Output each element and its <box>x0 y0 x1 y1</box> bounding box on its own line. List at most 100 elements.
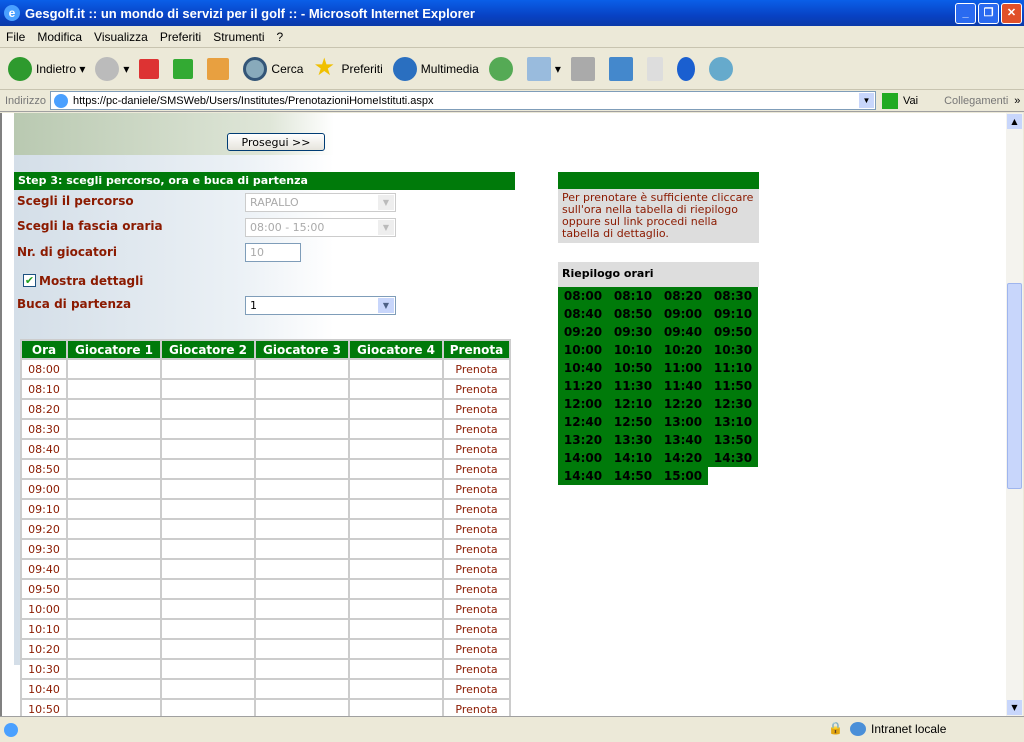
prenota-link[interactable]: Prenota <box>442 598 511 620</box>
print-button[interactable] <box>570 56 599 81</box>
menu-preferiti[interactable]: Preferiti <box>160 30 201 44</box>
prenota-link[interactable]: Prenota <box>442 518 511 540</box>
summary-time-link[interactable]: 11:50 <box>708 377 758 395</box>
summary-time-link[interactable]: 10:10 <box>608 341 658 359</box>
home-button[interactable] <box>207 57 233 80</box>
summary-time-link[interactable]: 09:40 <box>658 323 708 341</box>
media-button[interactable]: Multimedia <box>392 56 479 81</box>
summary-time-link[interactable]: 12:30 <box>708 395 758 413</box>
links-label[interactable]: Collegamenti <box>944 95 1008 107</box>
history-button[interactable] <box>488 56 517 81</box>
summary-time-link[interactable]: 08:10 <box>608 287 658 305</box>
continue-button[interactable]: Prosegui >> <box>227 133 325 151</box>
prenota-link[interactable]: Prenota <box>442 418 511 440</box>
summary-time-link[interactable]: 08:30 <box>708 287 758 305</box>
menu-help[interactable]: ? <box>277 30 284 44</box>
prenota-link[interactable]: Prenota <box>442 358 511 380</box>
scroll-thumb[interactable] <box>1007 283 1022 489</box>
menu-visualizza[interactable]: Visualizza <box>94 30 148 44</box>
scroll-down-button[interactable]: ▼ <box>1007 700 1022 715</box>
bluetooth-button[interactable] <box>676 56 699 81</box>
vertical-scrollbar[interactable]: ▲ ▼ <box>1006 113 1023 716</box>
summary-time-link[interactable]: 08:20 <box>658 287 708 305</box>
summary-time-link[interactable]: 13:40 <box>658 431 708 449</box>
summary-time-link[interactable]: 14:20 <box>658 449 708 467</box>
prenota-link[interactable]: Prenota <box>442 638 511 660</box>
summary-time-link[interactable]: 15:00 <box>658 467 708 485</box>
prenota-link[interactable]: Prenota <box>442 698 511 716</box>
summary-time-link[interactable]: 09:20 <box>558 323 608 341</box>
close-button[interactable]: ✕ <box>1001 3 1022 24</box>
prenota-link[interactable]: Prenota <box>442 538 511 560</box>
chevron-down-icon[interactable]: ▼ <box>858 93 874 108</box>
summary-time-link[interactable]: 11:20 <box>558 377 608 395</box>
prenota-link[interactable]: Prenota <box>442 398 511 420</box>
summary-time-link[interactable]: 12:10 <box>608 395 658 413</box>
summary-time-link[interactable]: 14:50 <box>608 467 658 485</box>
summary-time-link[interactable]: 11:00 <box>658 359 708 377</box>
favorites-button[interactable]: ★ Preferiti <box>313 55 382 81</box>
summary-time-link[interactable]: 12:00 <box>558 395 608 413</box>
slot-select[interactable]: 08:00 - 15:00 ▼ <box>245 218 396 237</box>
summary-time-link[interactable]: 09:30 <box>608 323 658 341</box>
summary-time-link[interactable]: 12:20 <box>658 395 708 413</box>
summary-time-link[interactable]: 14:40 <box>558 467 608 485</box>
summary-time-link[interactable]: 10:20 <box>658 341 708 359</box>
summary-time-link[interactable]: 11:40 <box>658 377 708 395</box>
summary-time-link[interactable]: 10:50 <box>608 359 658 377</box>
summary-time-link[interactable]: 09:00 <box>658 305 708 323</box>
summary-time-link[interactable]: 14:10 <box>608 449 658 467</box>
summary-time-link[interactable]: 08:00 <box>558 287 608 305</box>
back-button[interactable]: Indietro ▾ <box>8 56 85 81</box>
details-checkbox[interactable]: ✔ <box>23 274 36 287</box>
prenota-link[interactable]: Prenota <box>442 478 511 500</box>
menu-strumenti[interactable]: Strumenti <box>213 30 264 44</box>
prenota-link[interactable]: Prenota <box>442 578 511 600</box>
summary-time-link[interactable]: 10:40 <box>558 359 608 377</box>
prenota-link[interactable]: Prenota <box>442 438 511 460</box>
prenota-link[interactable]: Prenota <box>442 378 511 400</box>
summary-time-link[interactable]: 13:10 <box>708 413 758 431</box>
summary-time-link[interactable]: 09:10 <box>708 305 758 323</box>
course-select[interactable]: RAPALLO ▼ <box>245 193 396 212</box>
mail-button[interactable]: ▾ <box>526 56 561 81</box>
summary-time-link[interactable]: 10:00 <box>558 341 608 359</box>
menu-modifica[interactable]: Modifica <box>37 30 82 44</box>
minimize-button[interactable]: _ <box>955 3 976 24</box>
messenger-button[interactable] <box>646 56 667 81</box>
summary-time-link[interactable]: 14:00 <box>558 449 608 467</box>
maximize-button[interactable]: ❐ <box>978 3 999 24</box>
contacts-button[interactable] <box>708 56 737 81</box>
scroll-up-button[interactable]: ▲ <box>1007 114 1022 129</box>
edit-button[interactable] <box>608 56 637 81</box>
summary-time-link[interactable]: 12:50 <box>608 413 658 431</box>
summary-time-link[interactable]: 13:00 <box>658 413 708 431</box>
search-button[interactable]: Cerca <box>243 56 303 81</box>
summary-time-link[interactable]: 11:10 <box>708 359 758 377</box>
summary-time-link[interactable]: 11:30 <box>608 377 658 395</box>
prenota-link[interactable]: Prenota <box>442 458 511 480</box>
summary-time-link[interactable]: 14:30 <box>708 449 758 467</box>
summary-time-link[interactable]: 08:40 <box>558 305 608 323</box>
summary-time-link[interactable]: 09:50 <box>708 323 758 341</box>
prenota-link[interactable]: Prenota <box>442 558 511 580</box>
address-input[interactable]: https://pc-daniele/SMSWeb/Users/Institut… <box>49 91 876 110</box>
players-input[interactable]: 10 <box>245 243 301 262</box>
summary-time-link[interactable]: 10:30 <box>708 341 758 359</box>
prenota-link[interactable]: Prenota <box>442 618 511 640</box>
menu-file[interactable]: File <box>6 30 25 44</box>
stop-button[interactable] <box>139 58 163 79</box>
hole-select[interactable]: 1 ▼ <box>245 296 396 315</box>
summary-time-link[interactable]: 13:20 <box>558 431 608 449</box>
forward-button[interactable]: ▾ <box>95 56 129 81</box>
go-button[interactable]: Vai <box>881 92 918 109</box>
prenota-link[interactable]: Prenota <box>442 658 511 680</box>
refresh-button[interactable] <box>173 58 197 79</box>
summary-time-link[interactable]: 13:30 <box>608 431 658 449</box>
summary-time-link[interactable]: 08:50 <box>608 305 658 323</box>
summary-time-link[interactable]: 13:50 <box>708 431 758 449</box>
player-cell <box>254 358 350 380</box>
prenota-link[interactable]: Prenota <box>442 678 511 700</box>
summary-time-link[interactable]: 12:40 <box>558 413 608 431</box>
prenota-link[interactable]: Prenota <box>442 498 511 520</box>
